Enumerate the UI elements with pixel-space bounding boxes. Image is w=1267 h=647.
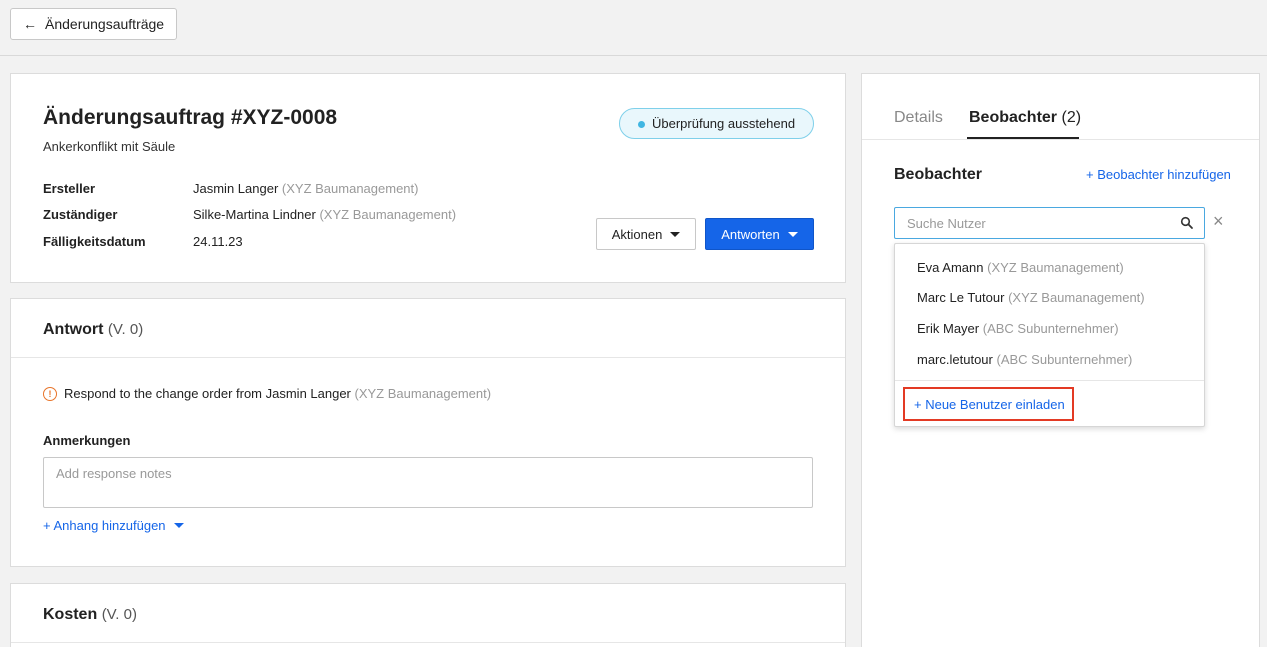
sidebar-tabs: Details Beobachter (2) bbox=[862, 74, 1259, 140]
observers-title: Beobachter bbox=[894, 166, 983, 183]
meta-row-creator: Ersteller Jasmin Langer (XYZ Baumanageme… bbox=[43, 181, 418, 196]
add-attachment-link[interactable]: + Anhang hinzufügen bbox=[43, 518, 184, 533]
back-button-label: Änderungsaufträge bbox=[45, 16, 165, 32]
warning-icon: ! bbox=[43, 386, 57, 401]
status-badge: Überprüfung ausstehend bbox=[619, 108, 815, 139]
active-tab-indicator bbox=[967, 137, 1079, 139]
meta-label: Ersteller bbox=[43, 181, 96, 196]
search-icon[interactable] bbox=[1180, 216, 1194, 230]
costs-card: Kosten (V. 0) bbox=[10, 583, 846, 647]
meta-row-assignee: Zuständiger Silke-Martina Lindner (XYZ B… bbox=[43, 207, 456, 222]
close-icon[interactable]: × bbox=[1213, 211, 1224, 232]
meta-label: Zuständiger bbox=[43, 207, 118, 222]
list-item[interactable]: marc.letutour (ABC Subunternehmer) bbox=[917, 352, 1132, 367]
meta-value: 24.11.23 bbox=[193, 234, 243, 249]
meta-value: Silke-Martina Lindner (XYZ Baumanagement… bbox=[193, 207, 457, 222]
sidebar-panel: Details Beobachter (2) Beobachter + Beob… bbox=[861, 73, 1260, 647]
actions-label: Aktionen bbox=[611, 226, 663, 242]
invite-new-users-link[interactable]: + Neue Benutzer einladen bbox=[903, 387, 1074, 421]
caret-down-icon bbox=[787, 231, 798, 237]
status-dot-icon bbox=[638, 121, 645, 128]
page-title: Änderungsauftrag #XYZ-0008 bbox=[43, 106, 338, 129]
costs-title: Kosten (V. 0) bbox=[43, 606, 137, 623]
back-button[interactable]: ← Änderungsaufträge bbox=[10, 8, 178, 40]
user-search-field[interactable] bbox=[894, 207, 1205, 239]
order-header-card: Änderungsauftrag #XYZ-0008 Ankerkonflikt… bbox=[10, 73, 846, 283]
list-item[interactable]: Erik Mayer (ABC Subunternehmer) bbox=[917, 321, 1119, 336]
top-bar: ← Änderungsaufträge bbox=[0, 0, 1267, 56]
list-item[interactable]: Eva Amann (XYZ Baumanagement) bbox=[917, 260, 1124, 275]
meta-value: Jasmin Langer (XYZ Baumanagement) bbox=[193, 181, 419, 196]
meta-label: Fälligkeitsdatum bbox=[43, 234, 146, 249]
divider bbox=[11, 357, 845, 358]
reply-button[interactable]: Antworten bbox=[705, 218, 814, 250]
meta-row-due-date: Fälligkeitsdatum 24.11.23 bbox=[43, 234, 243, 249]
order-subtitle: Ankerkonflikt mit Säule bbox=[43, 139, 176, 154]
response-card: Antwort (V. 0) ! Respond to the change o… bbox=[10, 298, 846, 567]
arrow-left-icon: ← bbox=[23, 16, 37, 32]
actions-dropdown-button[interactable]: Aktionen bbox=[596, 218, 696, 250]
divider bbox=[895, 380, 1204, 381]
response-title: Antwort (V. 0) bbox=[43, 321, 144, 338]
status-label: Überprüfung ausstehend bbox=[652, 116, 796, 131]
tab-details[interactable]: Details bbox=[894, 109, 943, 127]
notes-textarea[interactable] bbox=[43, 457, 813, 508]
reply-label: Antworten bbox=[721, 226, 780, 242]
response-warning: ! Respond to the change order from Jasmi… bbox=[43, 386, 491, 401]
search-input[interactable] bbox=[895, 208, 1204, 238]
caret-down-icon bbox=[173, 523, 184, 528]
divider bbox=[11, 642, 845, 643]
list-item[interactable]: Marc Le Tutour (XYZ Baumanagement) bbox=[917, 290, 1145, 305]
caret-down-icon bbox=[670, 231, 681, 237]
tab-observers[interactable]: Beobachter (2) bbox=[969, 109, 1081, 127]
notes-label: Anmerkungen bbox=[43, 433, 131, 448]
user-suggestions-dropdown: Eva Amann (XYZ Baumanagement) Marc Le Tu… bbox=[894, 243, 1205, 427]
add-observer-link[interactable]: + Beobachter hinzufügen bbox=[1086, 167, 1231, 182]
